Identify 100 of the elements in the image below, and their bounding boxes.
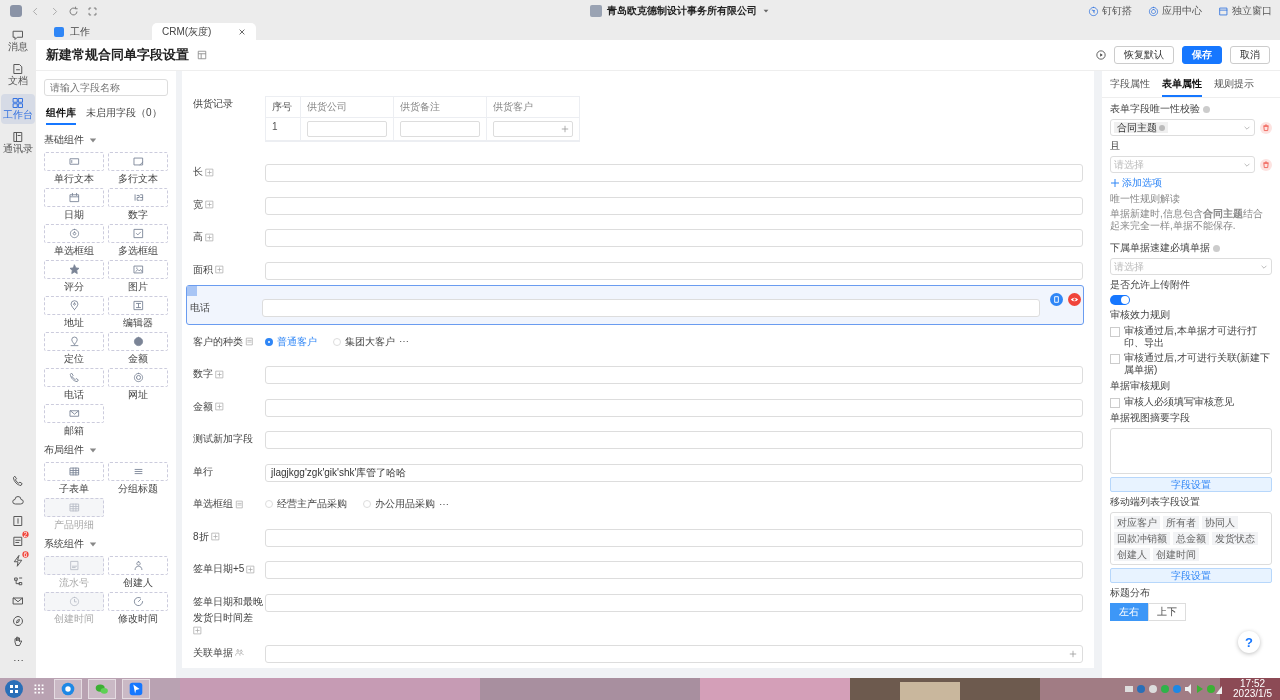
- more-button[interactable]: ⋯: [439, 498, 449, 510]
- browser-icon[interactable]: [54, 679, 82, 699]
- arrow-app-icon[interactable]: [122, 679, 150, 699]
- close-icon[interactable]: [238, 27, 246, 36]
- component-tile[interactable]: [108, 556, 168, 575]
- library-tab[interactable]: 组件库: [46, 106, 76, 125]
- company-name[interactable]: 青岛欧克德制设计事务所有限公司: [607, 4, 757, 18]
- field-row[interactable]: 长: [186, 155, 1084, 188]
- field-row[interactable]: 电话: [186, 285, 1084, 325]
- delete-icon[interactable]: [1260, 121, 1272, 134]
- property-tab[interactable]: 表单属性: [1162, 77, 1202, 97]
- text-field[interactable]: jlagjkgg'zgk'gik'shk'库管了哈哈: [265, 463, 1083, 482]
- component-tile[interactable]: [44, 296, 104, 315]
- visibility-icon[interactable]: [1068, 293, 1081, 306]
- tray-icons-drawing[interactable]: [1123, 683, 1224, 695]
- header-button[interactable]: 恢复默认: [1114, 46, 1174, 64]
- field-row[interactable]: 签单日期+5: [186, 552, 1084, 585]
- component-tile[interactable]: [108, 368, 168, 387]
- help-button[interactable]: ?: [1238, 631, 1260, 653]
- field-row[interactable]: 测试新加字段: [186, 422, 1084, 455]
- text-field[interactable]: [265, 528, 1083, 547]
- field-row[interactable]: 面积: [186, 252, 1084, 285]
- rail-item[interactable]: 文档: [1, 60, 35, 90]
- text-field[interactable]: [265, 164, 1083, 182]
- checkbox[interactable]: [1110, 327, 1120, 337]
- search-field[interactable]: 请输入字段名称: [44, 79, 168, 96]
- rail-item[interactable]: 消息: [1, 26, 35, 56]
- component-tile[interactable]: [108, 152, 168, 171]
- text-field[interactable]: [265, 261, 1083, 280]
- field-row[interactable]: 签单日期和最晚发货日时间差: [186, 584, 1084, 636]
- chat-app-icon[interactable]: [88, 679, 116, 699]
- component-tile[interactable]: [44, 404, 104, 423]
- library-tab[interactable]: 未启用字段（0）: [86, 106, 162, 125]
- clock-date[interactable]: 2023/1/5: [1233, 689, 1272, 699]
- clock-time[interactable]: 17:52: [1240, 679, 1266, 689]
- component-tile[interactable]: [44, 260, 104, 279]
- component-tile[interactable]: [108, 296, 168, 315]
- text-field[interactable]: [265, 366, 1083, 384]
- summary-field-box[interactable]: [1110, 428, 1272, 474]
- component-tile[interactable]: [108, 462, 168, 481]
- save-button[interactable]: 保存: [1182, 46, 1222, 64]
- cell-field[interactable]: [307, 121, 387, 137]
- more-button[interactable]: ⋯: [399, 336, 409, 347]
- toolbar-link[interactable]: 独立窗口: [1232, 4, 1272, 18]
- select-field[interactable]: 合同主题: [1110, 119, 1255, 136]
- field-row[interactable]: 单行 jlagjkgg'zgk'gik'shk'库管了哈哈: [186, 454, 1084, 487]
- group-heading[interactable]: 系统组件: [44, 537, 84, 551]
- component-tile[interactable]: [44, 368, 104, 387]
- text-field[interactable]: [265, 644, 1083, 663]
- rail-item[interactable]: 通讯录: [1, 128, 35, 158]
- toolbar-link[interactable]: 应用中心: [1162, 4, 1202, 18]
- checkbox[interactable]: [1110, 398, 1120, 408]
- drag-handle-icon[interactable]: [187, 286, 197, 296]
- property-tab[interactable]: 规则提示: [1214, 77, 1254, 97]
- refresh-icon[interactable]: [68, 5, 79, 17]
- rail-item[interactable]: 工作台: [1, 94, 35, 124]
- text-field[interactable]: [265, 398, 1083, 417]
- collapse-icon[interactable]: [89, 540, 97, 548]
- field-row[interactable]: 关联单据: [186, 635, 1084, 668]
- browser-tab[interactable]: CRM(灰度): [152, 23, 256, 40]
- field-row[interactable]: 宽: [186, 187, 1084, 220]
- field-row[interactable]: 金额: [186, 389, 1084, 422]
- toggle-switch[interactable]: [1110, 295, 1130, 305]
- caret-icon[interactable]: [762, 7, 770, 15]
- start-button[interactable]: [4, 679, 24, 699]
- collapse-icon[interactable]: [89, 446, 97, 454]
- component-tile[interactable]: [108, 332, 168, 351]
- component-tile[interactable]: [108, 260, 168, 279]
- text-field[interactable]: [265, 196, 1083, 215]
- text-field[interactable]: [265, 593, 1083, 612]
- checkbox[interactable]: [1110, 354, 1120, 364]
- add-icon[interactable]: [1069, 649, 1077, 658]
- field-row[interactable]: 8折: [186, 519, 1084, 552]
- radio-button[interactable]: [265, 337, 273, 346]
- component-tile[interactable]: [108, 224, 168, 243]
- expand-icon[interactable]: [87, 5, 98, 17]
- property-tab[interactable]: 字段属性: [1110, 77, 1150, 97]
- group-heading[interactable]: 基础组件: [44, 133, 84, 147]
- component-tile[interactable]: [44, 332, 104, 351]
- component-tile[interactable]: [44, 188, 104, 207]
- header-button[interactable]: 取消: [1230, 46, 1270, 64]
- text-field[interactable]: [265, 431, 1083, 449]
- avatar-icon[interactable]: [10, 5, 22, 17]
- copy-icon[interactable]: [1050, 293, 1063, 306]
- cell-field[interactable]: [400, 121, 480, 137]
- collapse-icon[interactable]: [89, 136, 97, 144]
- component-tile[interactable]: [44, 152, 104, 171]
- field-row[interactable]: 数字: [186, 357, 1084, 390]
- component-tile[interactable]: [44, 462, 104, 481]
- cell-field[interactable]: [493, 121, 573, 137]
- add-option-link[interactable]: 添加选项: [1122, 176, 1162, 190]
- component-tile[interactable]: [108, 592, 168, 611]
- browser-tab[interactable]: 工作: [44, 23, 148, 40]
- text-field[interactable]: [265, 561, 1083, 579]
- group-heading[interactable]: 布局组件: [44, 443, 84, 457]
- layout-icon[interactable]: [197, 50, 207, 60]
- add-icon[interactable]: [1110, 178, 1120, 188]
- play-icon[interactable]: [1096, 50, 1106, 60]
- more-button[interactable]: ⋯: [12, 655, 24, 668]
- field-row[interactable]: 高: [186, 220, 1084, 253]
